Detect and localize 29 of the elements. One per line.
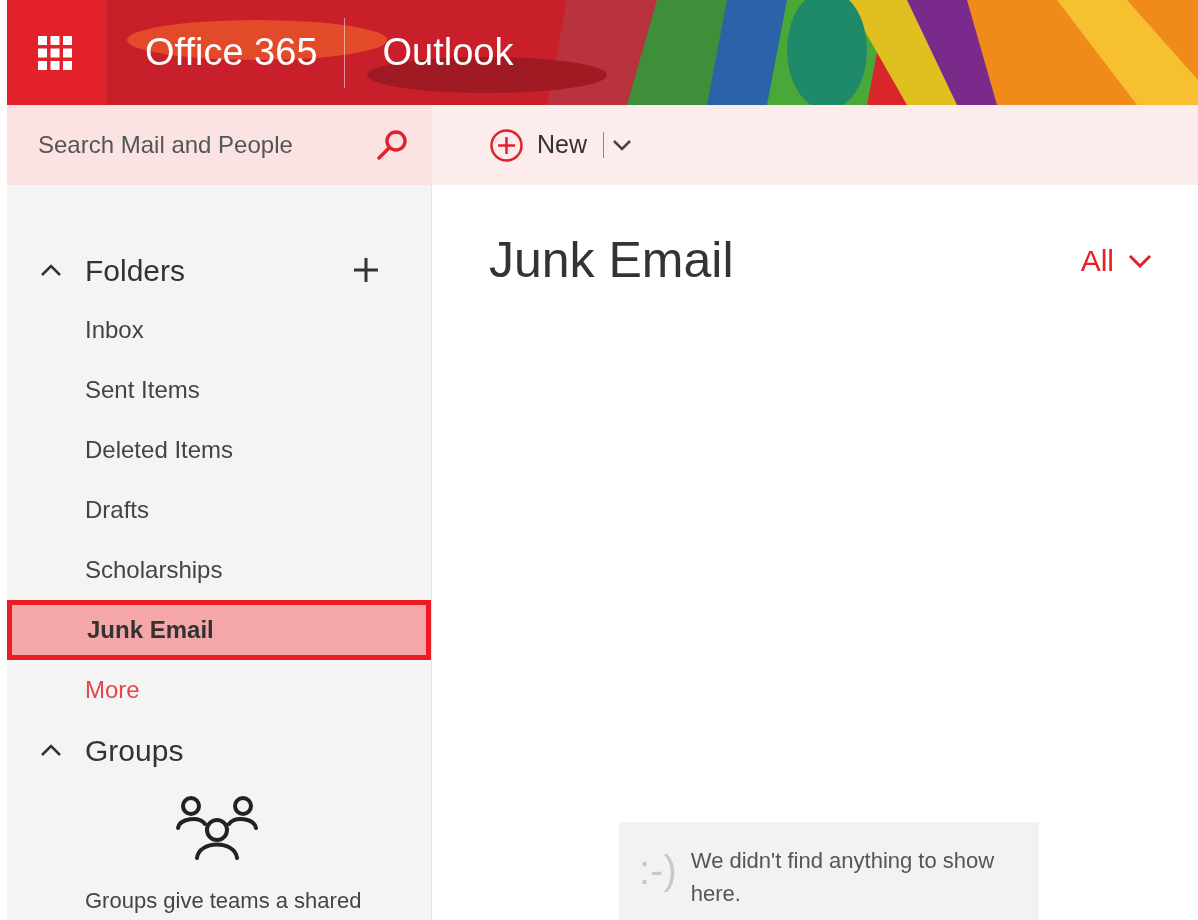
caret-icon[interactable] [40,263,62,277]
search-field[interactable]: Search Mail and People [7,105,431,185]
empty-message: We didn't find anything to show here. [690,847,996,908]
brand-title[interactable]: Office 365 [145,24,344,81]
plus-circle-icon [490,128,523,162]
dropdown-caret-icon[interactable] [612,139,632,151]
folder-item[interactable]: Junk Email [7,600,431,660]
folders-heading[interactable]: Folders [85,247,353,293]
search-placeholder: Search Mail and People [38,130,293,160]
add-folder-icon[interactable] [353,257,379,283]
chevron-down-icon [1128,253,1152,268]
new-button[interactable]: New [490,126,587,164]
filter-dropdown[interactable]: All [1080,238,1152,283]
caret-icon[interactable] [40,743,62,757]
folder-item[interactable]: Sent Items [7,360,431,420]
folder-item[interactable]: Drafts [7,480,431,540]
folder-item[interactable]: Scholarships [7,540,431,600]
emoticon: :-) [639,850,677,890]
groups-heading[interactable]: Groups [85,727,184,773]
groups-description: Groups give teams a shared [85,887,363,915]
people-icon [175,794,259,860]
folder-item[interactable]: Deleted Items [7,420,431,480]
waffle-icon [37,34,73,71]
folder-title: Junk Email [489,231,734,290]
search-icon[interactable] [375,128,409,162]
app-title[interactable]: Outlook [344,24,514,81]
app-launcher-button[interactable] [7,0,103,105]
folder-item[interactable]: Inbox [7,300,431,360]
more-link[interactable]: More [7,660,431,720]
